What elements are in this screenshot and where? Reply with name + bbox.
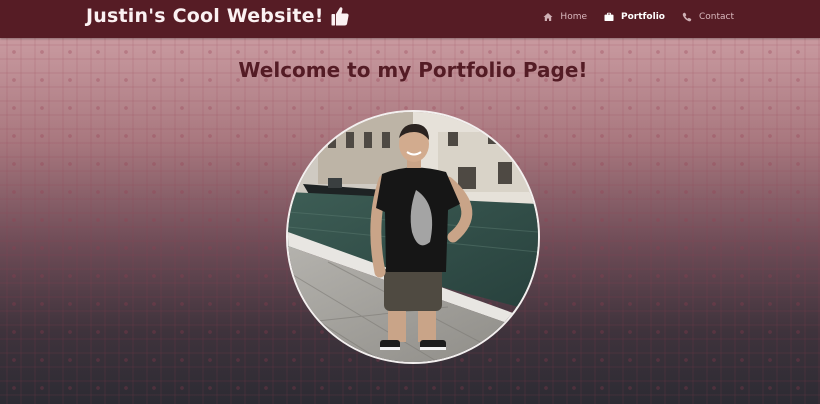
brand-title: Justin's Cool Website!	[86, 5, 324, 27]
nav-item-portfolio[interactable]: Portfolio	[604, 12, 665, 22]
home-icon	[543, 12, 553, 22]
nav-item-contact[interactable]: Contact	[682, 12, 734, 22]
navbar: Justin's Cool Website! Home Portfolio Co…	[0, 0, 820, 38]
nav-item-contact-label: Contact	[698, 12, 734, 22]
page: Justin's Cool Website! Home Portfolio Co…	[0, 0, 820, 404]
profile-photo	[286, 110, 540, 364]
page-title: Welcome to my Portfolio Page!	[238, 58, 588, 82]
nav-item-portfolio-label: Portfolio	[621, 12, 665, 22]
thumbs-up-icon	[330, 5, 350, 27]
nav-item-home[interactable]: Home	[543, 12, 587, 22]
nav-item-home-label: Home	[560, 12, 587, 22]
brand[interactable]: Justin's Cool Website!	[86, 5, 350, 27]
briefcase-icon	[604, 12, 614, 22]
main-nav: Home Portfolio Contact	[543, 12, 734, 22]
phone-icon	[682, 12, 692, 22]
